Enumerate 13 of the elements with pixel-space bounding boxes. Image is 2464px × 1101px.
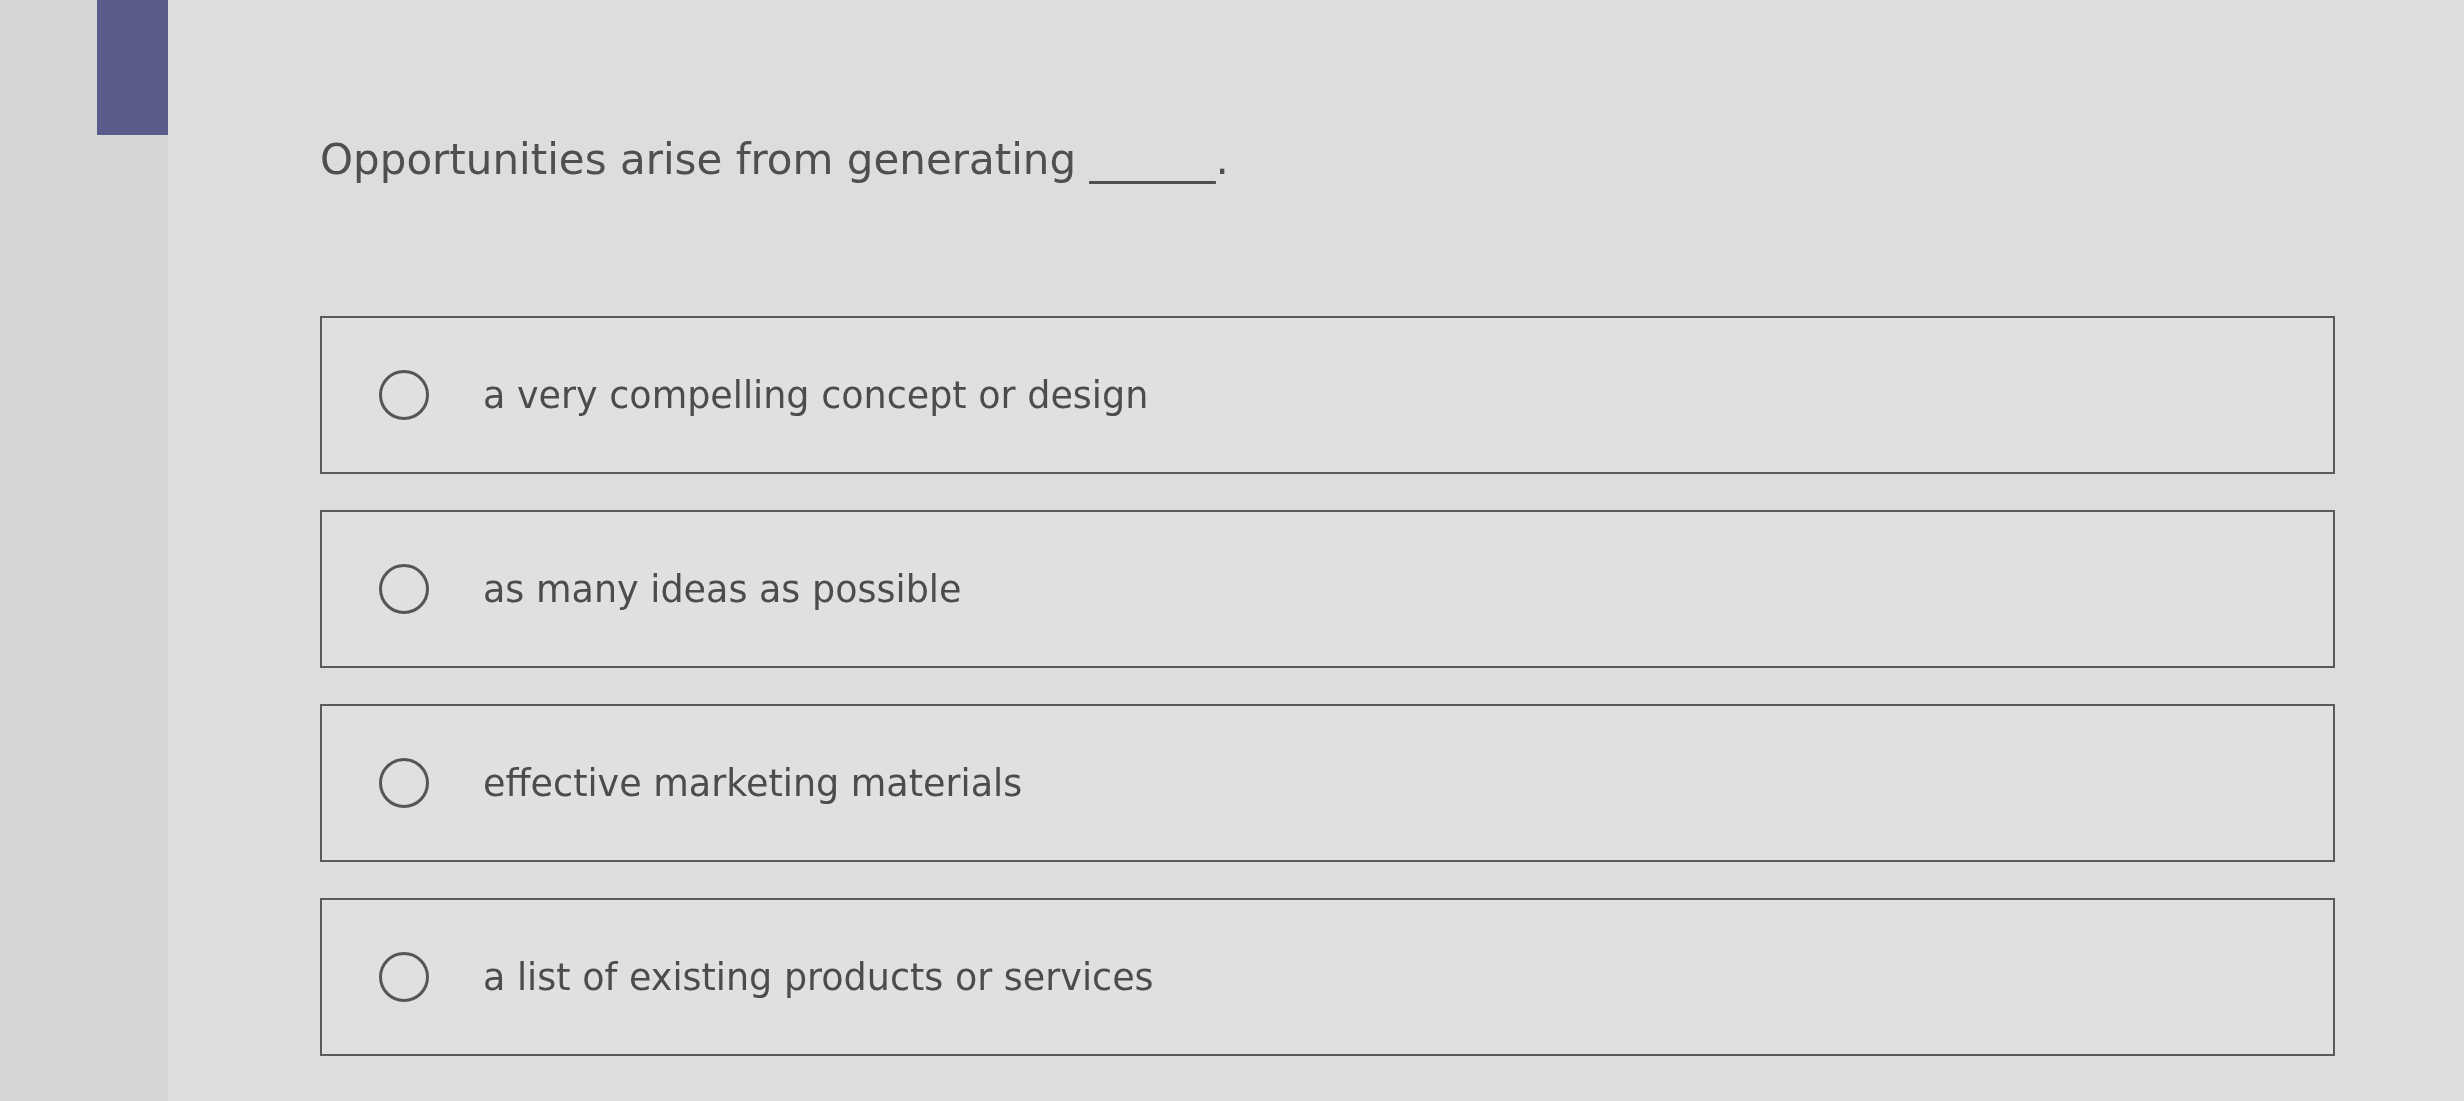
radio-button-icon[interactable] — [379, 370, 429, 420]
option-label: a list of existing products or services — [483, 955, 1154, 999]
option-label: effective marketing materials — [483, 761, 1023, 805]
option-label: a very compelling concept or design — [483, 373, 1149, 417]
answer-option[interactable]: effective marketing materials — [320, 704, 2335, 862]
radio-button-icon[interactable] — [379, 564, 429, 614]
answer-option[interactable]: a list of existing products or services — [320, 898, 2335, 1056]
option-label: as many ideas as possible — [483, 567, 962, 611]
radio-button-icon[interactable] — [379, 758, 429, 808]
question-text: Opportunities arise from generating ______. — [320, 134, 1229, 186]
answer-option[interactable]: a very compelling concept or design — [320, 316, 2335, 474]
radio-button-icon[interactable] — [379, 952, 429, 1002]
answer-option[interactable]: as many ideas as possible — [320, 510, 2335, 668]
